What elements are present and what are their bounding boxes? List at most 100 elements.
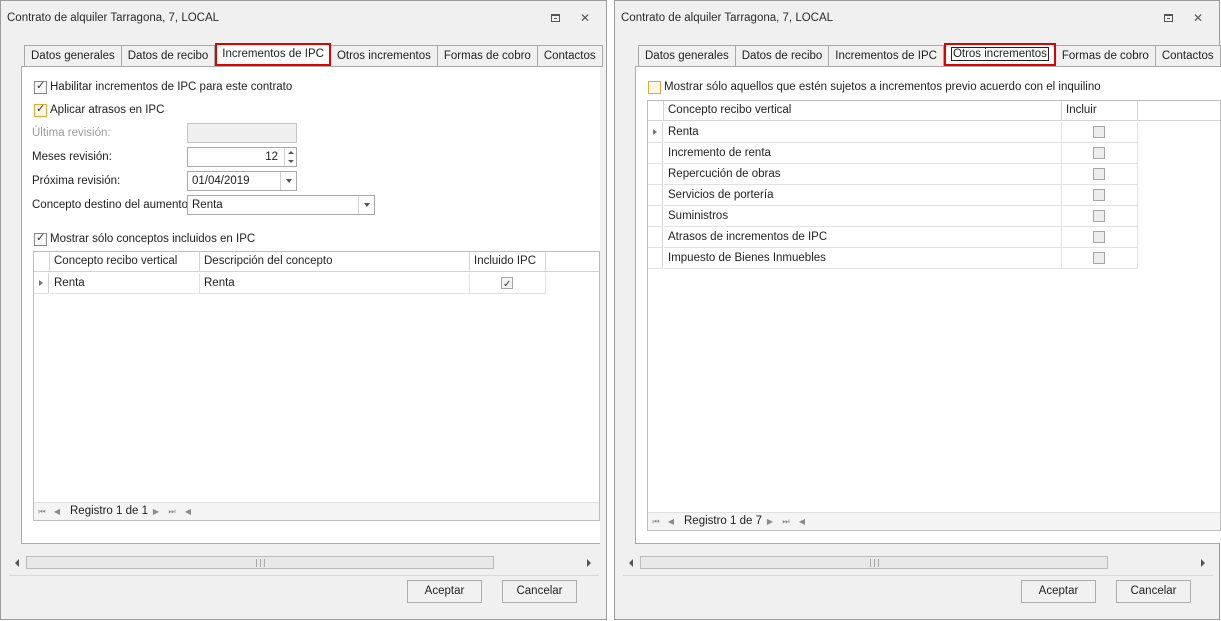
incluir-checkbox[interactable] (1093, 126, 1105, 138)
cell-incluir[interactable] (1062, 248, 1138, 269)
row-indicator (648, 185, 663, 206)
incluir-checkbox[interactable] (1093, 231, 1105, 243)
cell-incluido-ipc[interactable] (470, 273, 546, 295)
tab-formas-cobro[interactable]: Formas de cobro (437, 45, 538, 67)
scroll-right-arrow-icon[interactable] (587, 559, 591, 567)
cell-incluir[interactable] (1062, 227, 1138, 248)
tab-formas-cobro[interactable]: Formas de cobro (1055, 45, 1156, 67)
tab-otros-incrementos[interactable]: Otros incrementos (943, 43, 1056, 66)
column-header-descripcion[interactable]: Descripción del concepto (200, 252, 470, 272)
cell-incluir[interactable] (1062, 164, 1138, 185)
months-revision-label: Meses revisión: (32, 151, 112, 163)
cell-concepto[interactable]: Incremento de renta (664, 143, 1062, 164)
window-title: Contrato de alquiler Tarragona, 7, LOCAL (7, 12, 220, 24)
first-record-icon[interactable]: ⏮ (37, 507, 47, 517)
close-icon: ✕ (579, 11, 591, 25)
record-counter: Registro 1 de 7 (684, 515, 762, 527)
incluir-checkbox[interactable] (1093, 168, 1105, 180)
title-bar: Contrato de alquiler Tarragona, 7, LOCAL… (615, 1, 1219, 35)
cell-concepto[interactable]: Servicios de portería (664, 185, 1062, 206)
horizontal-scrollbar[interactable]: ||| (623, 554, 1213, 572)
cell-incluir[interactable] (1062, 206, 1138, 227)
show-included-label: Mostrar sólo conceptos incluidos en IPC (50, 233, 256, 245)
tab-incrementos-ipc[interactable]: Incrementos de IPC (829, 45, 944, 67)
scroll-thumb[interactable]: ||| (640, 556, 1108, 569)
target-concept-select[interactable]: Renta (187, 195, 375, 215)
scroll-left-icon[interactable]: ◀ (797, 517, 807, 527)
accept-button[interactable]: Aceptar (1021, 580, 1096, 603)
prev-record-icon[interactable]: ◀ (666, 517, 676, 527)
grid-indicator-header (648, 101, 664, 121)
chevron-down-icon (363, 203, 370, 207)
column-header-incluir[interactable]: Incluir (1062, 101, 1138, 121)
ipc-concepts-grid: Concepto recibo vertical Descripción del… (33, 251, 600, 521)
horizontal-scrollbar[interactable]: ||| (9, 554, 599, 572)
date-dropdown-button[interactable] (280, 172, 296, 190)
cancel-button[interactable]: Cancelar (502, 580, 577, 603)
tab-contactos[interactable]: Contactos (1155, 45, 1221, 67)
enable-ipc-checkbox[interactable] (34, 79, 47, 94)
incluir-checkbox[interactable] (1093, 252, 1105, 264)
cell-concepto[interactable]: Repercución de obras (664, 164, 1062, 185)
months-revision-input[interactable]: 12 (187, 147, 297, 167)
cancel-button[interactable]: Cancelar (1116, 580, 1191, 603)
incluir-checkbox[interactable] (1093, 189, 1105, 201)
cell-incluir[interactable] (1062, 185, 1138, 206)
scroll-left-arrow-icon[interactable] (15, 559, 19, 567)
cell-incluir[interactable] (1062, 143, 1138, 164)
cell-concepto[interactable]: Renta (664, 122, 1062, 143)
show-included-checkbox[interactable] (34, 231, 47, 246)
tab-datos-generales[interactable]: Datos generales (638, 45, 736, 67)
row-indicator (648, 227, 663, 248)
next-revision-date[interactable]: 01/04/2019 (187, 171, 297, 191)
cell-concepto[interactable]: Renta (50, 273, 200, 294)
record-navigator: ⏮ ◀ Registro 1 de 7 ▶ ⏭ ◀ (648, 512, 1220, 530)
incluir-checkbox[interactable] (1093, 210, 1105, 222)
next-record-icon[interactable]: ▶ (765, 517, 775, 527)
record-navigator: ⏮ ◀ Registro 1 de 1 ▶ ⏭ ◀ (34, 502, 599, 520)
column-header-incluido-ipc[interactable]: Incluido IPC (470, 252, 546, 272)
column-header-concepto[interactable]: Concepto recibo vertical (50, 252, 200, 272)
scroll-left-arrow-icon[interactable] (629, 559, 633, 567)
row-indicator (648, 164, 663, 185)
close-button[interactable]: ✕ (577, 10, 593, 26)
months-stepper[interactable] (284, 148, 296, 166)
cell-descripcion[interactable]: Renta (200, 273, 470, 294)
only-subject-checkbox[interactable] (648, 81, 661, 94)
incluido-ipc-checkbox[interactable] (501, 275, 513, 295)
cell-concepto[interactable]: Impuesto de Bienes Inmuebles (664, 248, 1062, 269)
accept-button[interactable]: Aceptar (407, 580, 482, 603)
column-header-filler (1138, 101, 1220, 121)
tab-datos-recibo[interactable]: Datos de recibo (121, 45, 216, 67)
tab-incrementos-ipc[interactable]: Incrementos de IPC (215, 43, 331, 66)
row-indicator (648, 206, 663, 227)
last-record-icon[interactable]: ⏭ (167, 507, 177, 517)
first-record-icon[interactable]: ⏮ (651, 517, 661, 527)
tab-datos-recibo[interactable]: Datos de recibo (735, 45, 830, 67)
target-concept-value: Renta (192, 199, 223, 211)
column-header-concepto[interactable]: Concepto recibo vertical (664, 101, 1062, 121)
next-record-icon[interactable]: ▶ (151, 507, 161, 517)
tab-otros-incrementos[interactable]: Otros incrementos (330, 45, 438, 67)
cell-incluir[interactable] (1062, 122, 1138, 143)
scroll-right-arrow-icon[interactable] (1201, 559, 1205, 567)
tab-contactos[interactable]: Contactos (537, 45, 603, 67)
prev-record-icon[interactable]: ◀ (52, 507, 62, 517)
cell-concepto[interactable]: Atrasos de incrementos de IPC (664, 227, 1062, 248)
concept-dropdown-button[interactable] (358, 196, 374, 214)
scroll-thumb[interactable]: ||| (26, 556, 494, 569)
title-bar: Contrato de alquiler Tarragona, 7, LOCAL… (1, 1, 606, 35)
restore-button[interactable] (1160, 10, 1176, 26)
restore-button[interactable] (547, 10, 563, 26)
contract-dialog-otros: Contrato de alquiler Tarragona, 7, LOCAL… (614, 0, 1221, 620)
spin-down-icon[interactable] (288, 160, 294, 163)
incluir-checkbox[interactable] (1093, 147, 1105, 159)
cell-concepto[interactable]: Suministros (664, 206, 1062, 227)
apply-arrears-checkbox[interactable] (34, 102, 47, 117)
last-record-icon[interactable]: ⏭ (781, 517, 791, 527)
close-button[interactable]: ✕ (1190, 10, 1206, 26)
spin-up-icon[interactable] (288, 151, 294, 154)
tab-otros-label: Otros incrementos (950, 47, 1049, 61)
scroll-left-icon[interactable]: ◀ (183, 507, 193, 517)
tab-datos-generales[interactable]: Datos generales (24, 45, 122, 67)
